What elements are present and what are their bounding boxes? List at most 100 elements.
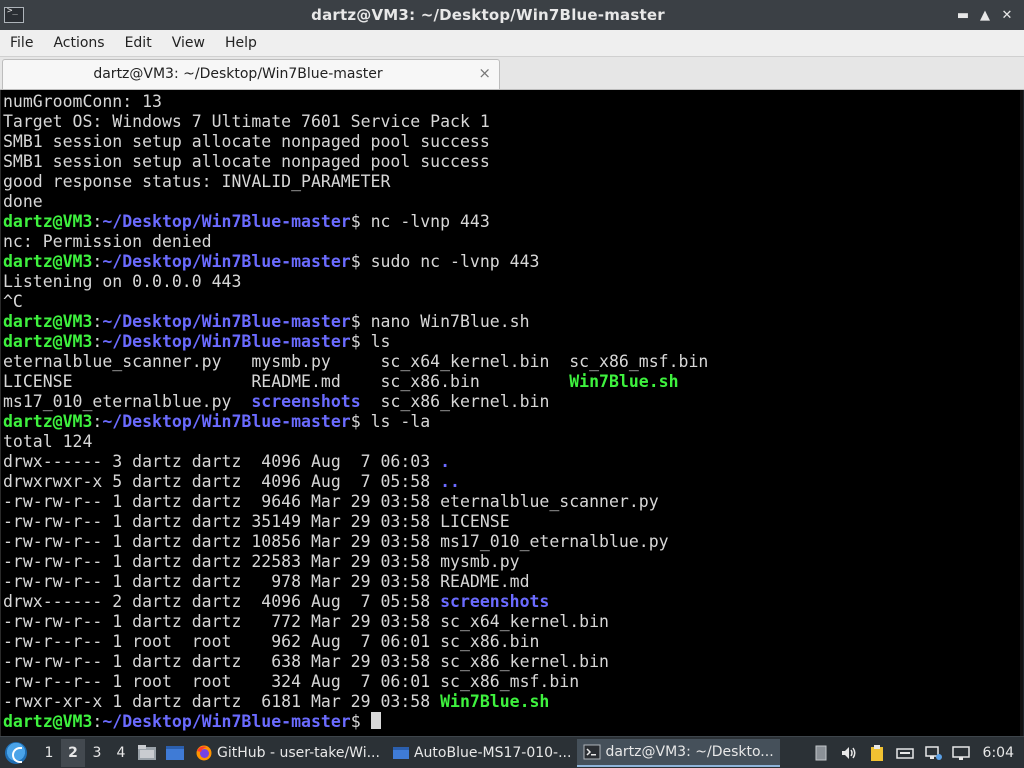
- ls-long-meta: -rw-rw-r-- 1 dartz dartz 978 Mar 29 03:5…: [3, 572, 441, 591]
- task-autoblue[interactable]: AutoBlue-MS17-010-...: [386, 739, 578, 767]
- prompt-path: ~/Desktop/Win7Blue-master: [102, 712, 351, 731]
- minimize-icon[interactable]: ▬: [952, 4, 974, 26]
- ls-long-meta: drwxrwxr-x 5 dartz dartz 4096 Aug 7 05:5…: [3, 472, 441, 491]
- system-tray: 6:04: [807, 744, 1024, 762]
- terminal-line: Target OS: Windows 7 Ultimate 7601 Servi…: [3, 112, 1017, 132]
- ls-entry: sc_x64_kernel.bin: [440, 612, 609, 631]
- output-text: SMB1 session setup allocate nonpaged poo…: [3, 132, 490, 151]
- menu-file[interactable]: File: [0, 30, 43, 56]
- prompt-dollar: $: [350, 412, 371, 431]
- window-titlebar[interactable]: dartz@VM3: ~/Desktop/Win7Blue-master ▬ ▲…: [0, 0, 1024, 30]
- terminal-view[interactable]: numGroomConn: 13 Target OS: Windows 7 Ult…: [0, 90, 1023, 736]
- ls-entry: .: [440, 452, 451, 471]
- tab-terminal[interactable]: dartz@VM3: ~/Desktop/Win7Blue-master ×: [2, 59, 500, 89]
- output-text: numGroomConn: 13: [3, 92, 162, 111]
- task-terminal[interactable]: dartz@VM3: ~/Deskto...: [577, 739, 780, 767]
- keyboard-icon[interactable]: [895, 744, 915, 762]
- terminal-line: total 124: [3, 432, 1017, 452]
- ls-entry: mysmb.py: [440, 552, 520, 571]
- ls-long-meta: -rw-rw-r-- 1 dartz dartz 22583 Mar 29 03…: [3, 552, 441, 571]
- trash-icon[interactable]: [811, 744, 831, 762]
- clipboard-icon[interactable]: [867, 744, 887, 762]
- start-menu-icon[interactable]: [5, 742, 27, 764]
- output-text: total 124: [3, 432, 93, 451]
- terminal-scrollbar[interactable]: [1020, 90, 1023, 736]
- prompt-dollar: $: [350, 712, 371, 731]
- ls-entry: sc_x64_kernel.bin: [380, 352, 570, 371]
- output-text: ^C: [3, 292, 23, 311]
- show-desktop-icon[interactable]: [165, 744, 185, 762]
- workspace-3[interactable]: 3: [85, 745, 109, 761]
- window-title: dartz@VM3: ~/Desktop/Win7Blue-master: [311, 6, 665, 24]
- menu-edit[interactable]: Edit: [115, 30, 162, 56]
- ls-entry: ms17_010_eternalblue.py: [440, 532, 669, 551]
- menu-view[interactable]: View: [162, 30, 215, 56]
- prompt-path: ~/Desktop/Win7Blue-master: [102, 252, 351, 271]
- network-icon[interactable]: [923, 744, 943, 762]
- prompt-user-host: dartz@VM3: [3, 412, 93, 431]
- ls-long-meta: drwx------ 3 dartz dartz 4096 Aug 7 06:0…: [3, 452, 441, 471]
- ls-long-meta: -rw-rw-r-- 1 dartz dartz 35149 Mar 29 03…: [3, 512, 441, 531]
- command-text: ls -la: [370, 412, 431, 431]
- firefox-icon: [196, 745, 212, 761]
- ls-entry: LICENSE: [440, 512, 510, 531]
- ls-entry: Win7Blue.sh: [440, 692, 550, 711]
- ls-entry: sc_x86.bin: [380, 372, 570, 391]
- ls-entry: ..: [440, 472, 460, 491]
- taskbar: 1 2 3 4 GitHub - user-take/Wi... AutoBlu…: [0, 736, 1024, 768]
- ls-entry: eternalblue_scanner.py: [440, 492, 659, 511]
- ls-long-meta: -rw-rw-r-- 1 dartz dartz 772 Mar 29 03:5…: [3, 612, 441, 631]
- command-text: ls: [370, 332, 391, 351]
- window-controls: ▬ ▲ ✕: [952, 4, 1018, 26]
- terminal-line: -rw-rw-r-- 1 dartz dartz 978 Mar 29 03:5…: [3, 572, 1017, 592]
- prompt-separator: :: [92, 712, 103, 731]
- task-label: AutoBlue-MS17-010-...: [413, 745, 572, 761]
- tab-strip: dartz@VM3: ~/Desktop/Win7Blue-master ×: [0, 57, 1024, 90]
- monitor-icon[interactable]: [951, 744, 971, 762]
- menu-actions[interactable]: Actions: [43, 30, 114, 56]
- output-text: good response status: INVALID_PARAMETER: [3, 172, 391, 191]
- terminal-line: -rw-rw-r-- 1 dartz dartz 22583 Mar 29 03…: [3, 552, 1017, 572]
- prompt-separator: :: [92, 332, 103, 351]
- ls-long-meta: -rw-rw-r-- 1 dartz dartz 9646 Mar 29 03:…: [3, 492, 441, 511]
- workspace-4[interactable]: 4: [109, 745, 133, 761]
- volume-icon[interactable]: [839, 744, 859, 762]
- terminal-line: dartz@VM3:~/Desktop/Win7Blue-master$: [3, 712, 1017, 732]
- workspace-1[interactable]: 1: [37, 745, 61, 761]
- text-cursor: [370, 712, 381, 729]
- prompt-separator: :: [92, 412, 103, 431]
- terminal-line: eternalblue_scanner.py mysmb.py sc_x64_k…: [3, 352, 1017, 372]
- ls-entry: ms17_010_eternalblue.py: [3, 392, 252, 411]
- terminal-icon: [4, 6, 24, 23]
- tab-label: dartz@VM3: ~/Desktop/Win7Blue-master: [93, 66, 383, 82]
- output-text: Listening on 0.0.0.0 443: [3, 272, 242, 291]
- menu-help[interactable]: Help: [215, 30, 267, 56]
- file-manager-icon[interactable]: [137, 744, 157, 762]
- ls-entry: LICENSE: [3, 372, 252, 391]
- terminal-line: drwx------ 3 dartz dartz 4096 Aug 7 06:0…: [3, 452, 1017, 472]
- prompt-separator: :: [92, 312, 103, 331]
- task-label: dartz@VM3: ~/Deskto...: [605, 744, 774, 760]
- task-firefox[interactable]: GitHub - user-take/Wi...: [189, 739, 386, 767]
- close-icon[interactable]: ✕: [996, 4, 1018, 26]
- prompt-path: ~/Desktop/Win7Blue-master: [102, 412, 351, 431]
- ls-entry: sc_x86.bin: [440, 632, 540, 651]
- clock[interactable]: 6:04: [983, 745, 1014, 761]
- workspace-2[interactable]: 2: [61, 739, 85, 767]
- terminal-line: SMB1 session setup allocate nonpaged poo…: [3, 132, 1017, 152]
- output-text: SMB1 session setup allocate nonpaged poo…: [3, 152, 490, 171]
- prompt-user-host: dartz@VM3: [3, 312, 93, 331]
- terminal-line: drwxrwxr-x 5 dartz dartz 4096 Aug 7 05:5…: [3, 472, 1017, 492]
- ls-entry: Win7Blue.sh: [569, 372, 679, 391]
- prompt-path: ~/Desktop/Win7Blue-master: [102, 312, 351, 331]
- ls-long-meta: -rw-rw-r-- 1 dartz dartz 638 Mar 29 03:5…: [3, 652, 441, 671]
- ls-entry: sc_x86_kernel.bin: [380, 392, 550, 411]
- prompt-user-host: dartz@VM3: [3, 252, 93, 271]
- ls-entry: README.md: [251, 372, 381, 391]
- output-text: nc: Permission denied: [3, 232, 212, 251]
- task-label: GitHub - user-take/Wi...: [217, 745, 380, 761]
- terminal-line: good response status: INVALID_PARAMETER: [3, 172, 1017, 192]
- close-icon[interactable]: ×: [478, 64, 491, 82]
- menu-bar: File Actions Edit View Help: [0, 30, 1024, 57]
- restore-icon[interactable]: ▲: [974, 4, 996, 26]
